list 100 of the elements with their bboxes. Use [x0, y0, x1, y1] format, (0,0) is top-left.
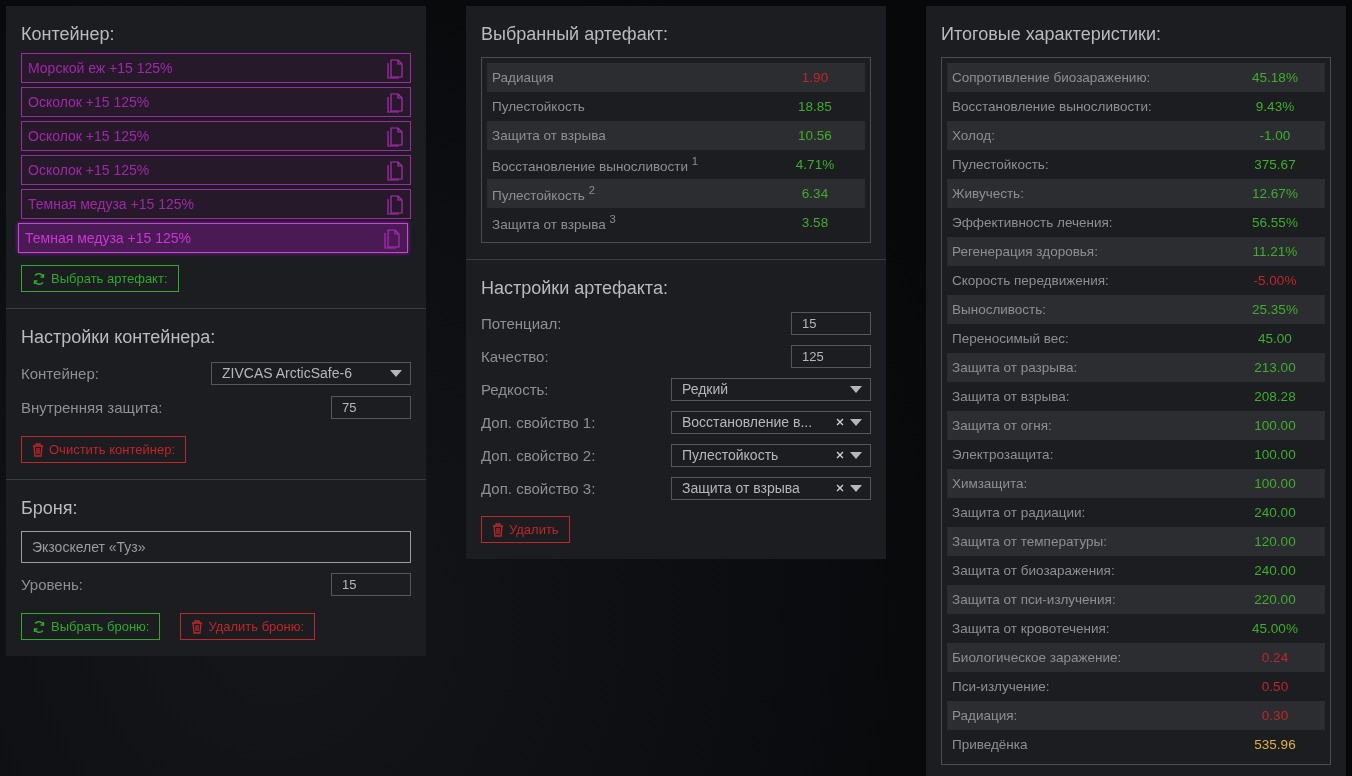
section-title: Настройки артефакта:: [481, 278, 669, 299]
delete-button[interactable]: Очистить контейнер:: [21, 436, 186, 463]
stat-name: Живучесть:: [952, 186, 1024, 201]
section-title: Итоговые характеристики:: [941, 24, 1162, 45]
stat-name: Защита от пси-излучения:: [952, 592, 1116, 607]
artifact-item[interactable]: Темная медуза +15 125%: [18, 223, 408, 253]
stat-name: Радиация:: [952, 708, 1018, 723]
stat-name: Приведёнка: [952, 737, 1028, 752]
armor-field[interactable]: Экзоскелет «Туз»: [21, 531, 411, 563]
stat-name: Защита от радиации:: [952, 505, 1086, 520]
field-label: Потенциал:: [481, 314, 562, 332]
stat-name: Регенерация здоровья:: [952, 244, 1098, 259]
stat-name: Химзащита:: [952, 476, 1028, 491]
section-title: Броня:: [21, 498, 79, 519]
caret-icon: [390, 369, 402, 377]
field-label: Контейнер:: [21, 364, 99, 382]
artifact-label: Осколок +15 125%: [28, 94, 150, 110]
caret-icon: [850, 385, 862, 393]
copy-icon[interactable]: [383, 227, 401, 249]
stat-value: 6.34: [800, 186, 830, 201]
stat-name: Защита от кровотечения:: [952, 621, 1110, 636]
stat-name: Защита от разрыва:: [952, 360, 1078, 375]
trash-icon: [191, 619, 204, 634]
stat-value: 375.67: [1253, 157, 1297, 172]
stat-value: -1.00: [1258, 128, 1292, 143]
copy-icon[interactable]: [386, 125, 404, 147]
artifact-label: Морской еж +15 125%: [28, 60, 173, 76]
field-label: Редкость:: [481, 380, 549, 398]
trash-icon: [32, 442, 44, 457]
dropdown[interactable]: Редкий: [671, 377, 871, 401]
clear-icon[interactable]: [836, 484, 844, 492]
number-field[interactable]: 125: [791, 344, 871, 368]
stat-name: Защита от взрыва:: [952, 389, 1070, 404]
dropdown[interactable]: Пулестойкость: [671, 443, 871, 467]
stat-value: -5.00%: [1252, 273, 1298, 288]
caret-icon: [850, 418, 862, 426]
refresh-icon: [32, 271, 46, 286]
stat-name: Пулестойкость: [492, 99, 585, 114]
section-title: Выбранный артефакт:: [481, 24, 669, 45]
clear-icon[interactable]: [836, 418, 844, 426]
stat-value: 12.67%: [1251, 186, 1299, 201]
stat-name: Эффективность лечения:: [952, 215, 1113, 230]
stat-value: 45.18%: [1251, 70, 1299, 85]
clear-icon[interactable]: [836, 451, 844, 459]
field-label: Уровень:: [21, 575, 83, 593]
number-field[interactable]: 75: [331, 395, 411, 419]
copy-icon[interactable]: [386, 159, 404, 181]
caret-icon: [850, 484, 862, 492]
stat-name: Защита от взрыва $^{3}$: [492, 213, 616, 232]
stat-name: Пси-излучение:: [952, 679, 1050, 694]
stat-name: Восстановление выносливости:: [952, 99, 1152, 114]
stat-value: 45.00%: [1251, 621, 1299, 636]
artifact-label: Темная медуза +15 125%: [25, 230, 191, 246]
dropdown[interactable]: Защита от взрыва: [671, 476, 871, 500]
stat-value: 45.00: [1257, 331, 1293, 346]
stat-value: 9.43%: [1254, 99, 1296, 114]
stat-name: Выносливость:: [952, 302, 1047, 317]
stat-value: 0.30: [1260, 708, 1290, 723]
dropdown[interactable]: Восстановление в...: [671, 410, 871, 434]
select-button[interactable]: Выбрать броню:: [21, 613, 161, 640]
stat-name: Электрозащита:: [952, 447, 1054, 462]
stat-name: Защита от огня:: [952, 418, 1052, 433]
stat-value: 10.56: [797, 128, 833, 143]
stat-name: Холод:: [952, 128, 995, 143]
field-label: Доп. свойство 2:: [481, 446, 596, 464]
stat-value: 4.71%: [794, 157, 836, 172]
stat-value: 220.00: [1253, 592, 1297, 607]
trash-icon: [492, 522, 504, 537]
stat-name: Защита от взрыва: [492, 128, 606, 143]
artifact-label: Осколок +15 125%: [28, 162, 150, 178]
select-button[interactable]: Выбрать артефакт:: [21, 265, 179, 292]
delete-button[interactable]: Удалить: [481, 516, 570, 543]
refresh-icon: [32, 619, 46, 634]
number-field[interactable]: 15: [331, 572, 411, 596]
stat-value: 25.35%: [1251, 302, 1299, 317]
stat-value: 3.58: [800, 215, 830, 230]
artifact-label: Темная медуза +15 125%: [28, 196, 194, 212]
field-label: Внутренняя защита:: [21, 398, 163, 416]
field-label: Доп. свойство 3:: [481, 479, 596, 497]
stat-value: 100.00: [1253, 418, 1297, 433]
stat-value: 535.96: [1253, 737, 1297, 752]
stat-value: 56.55%: [1251, 215, 1299, 230]
stat-value: 1.90: [800, 70, 830, 85]
delete-button[interactable]: Удалить броню:: [180, 613, 316, 640]
stat-name: Восстановление выносливости $^{1}$: [492, 155, 699, 174]
copy-icon[interactable]: [386, 91, 404, 113]
copy-icon[interactable]: [386, 193, 404, 215]
stat-value: 208.28: [1253, 389, 1297, 404]
stat-name: Сопротивление биозаражению:: [952, 70, 1151, 85]
number-field[interactable]: 15: [791, 311, 871, 335]
stat-value: 100.00: [1253, 476, 1297, 491]
stat-name: Пулестойкость $^{2}$: [492, 184, 595, 203]
dropdown[interactable]: ZIVCAS ArcticSafe-6: [211, 361, 411, 385]
stat-name: Защита от температуры:: [952, 534, 1107, 549]
stat-name: Пулестойкость:: [952, 157, 1049, 172]
copy-icon[interactable]: [386, 57, 404, 79]
stat-value: 0.50: [1260, 679, 1290, 694]
section-title: Настройки контейнера:: [21, 327, 217, 348]
stat-name: Защита от биозаражения:: [952, 563, 1115, 578]
stat-value: 240.00: [1253, 563, 1297, 578]
